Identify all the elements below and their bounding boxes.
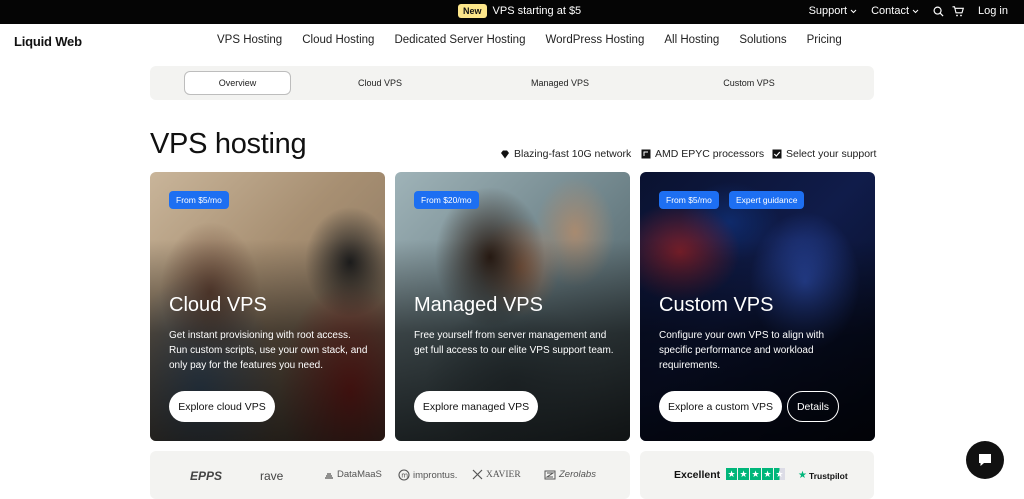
contact-menu[interactable]: Contact [871,5,919,17]
search-icon[interactable] [933,6,944,17]
svg-text:m: m [401,472,408,480]
support-label: Support [808,5,848,17]
trustpilot-star-icon: ★ [798,470,807,481]
cart-icon[interactable] [952,5,965,17]
chip-icon [641,149,651,159]
chevron-down-icon [850,9,857,13]
explore-custom-vps-button[interactable]: Explore a custom VPS [659,391,782,422]
details-button[interactable]: Details [787,391,839,422]
logo-zerolabs-label: Zerolabs [559,469,596,480]
rating-star-icon: ★ [774,468,785,480]
zerolabs-icon [544,470,556,479]
contact-label: Contact [871,5,910,17]
rating-star-icon: ★ [726,468,737,480]
xavier-icon [472,469,483,480]
rating-stars: ★ ★ ★ ★ ★ [726,468,785,480]
card-description: Free yourself from server management and… [414,330,614,356]
tab-managed-vps[interactable]: Managed VPS [510,71,610,95]
new-badge: New [458,4,487,18]
card-title: Cloud VPS [169,294,267,316]
card-cloud-vps[interactable]: From $5/mo Cloud VPS Get instant provisi… [150,172,385,441]
chevron-down-icon [912,9,919,13]
tab-custom-vps[interactable]: Custom VPS [699,71,799,95]
nav-cloud-hosting[interactable]: Cloud Hosting [302,34,374,46]
chat-button[interactable] [966,441,1004,479]
explore-cloud-vps-button[interactable]: Explore cloud VPS [169,391,275,422]
rating-label: Excellent [674,469,721,481]
promo-text[interactable]: VPS starting at $5 [493,5,582,17]
page-title: VPS hosting [150,128,307,160]
nav-wordpress-hosting[interactable]: WordPress Hosting [545,34,644,46]
logo-improntus-label: improntus. [413,469,458,481]
diamond-icon [501,150,509,158]
tab-cloud-vps[interactable]: Cloud VPS [330,71,430,95]
trustpilot-label: Trustpilot [808,470,848,481]
logo[interactable]: Liquid Web [14,34,82,49]
logo-xavier: XAVIER [472,469,521,480]
promo-banner[interactable]: New VPS starting at $5 [458,4,581,18]
logo-rave: rave [260,469,284,483]
nav-dedicated-server-hosting[interactable]: Dedicated Server Hosting [394,34,525,46]
rating-star-icon: ★ [750,468,761,480]
chat-bubble-icon [979,454,991,466]
price-badge: From $5/mo [659,191,719,209]
logo-xavier-label: XAVIER [486,469,521,480]
price-badge: From $20/mo [414,191,479,209]
logo-zerolabs: Zerolabs [544,469,596,480]
feature-processors: AMD EPYC processors [641,148,764,160]
login-link[interactable]: Log in [978,5,1008,17]
logo-epps: EPPS [190,469,223,483]
explore-managed-vps-button[interactable]: Explore managed VPS [414,391,538,422]
trustpilot-logo: ★ Trustpilot [798,470,848,481]
support-menu[interactable]: Support [809,5,858,17]
checkbox-icon [772,149,782,159]
nav-vps-hosting[interactable]: VPS Hosting [217,34,282,46]
feature-support: Select your support [772,148,876,160]
card-managed-vps[interactable]: From $20/mo Managed VPS Free yourself fr… [395,172,630,441]
card-description: Get instant provisioning with root acces… [169,330,368,371]
feature-processors-label: AMD EPYC processors [655,148,765,160]
logo-improntus: m improntus. [398,469,457,481]
feature-support-label: Select your support [786,148,877,160]
card-title: Managed VPS [414,294,543,316]
top-bar: New VPS starting at $5 Support Contact L… [0,0,1024,24]
card-custom-vps[interactable]: From $5/mo Expert guidance Custom VPS Co… [640,172,875,441]
logo-datamaas-label: DataMaaS [337,469,382,480]
nav-pricing[interactable]: Pricing [807,34,842,46]
improntus-icon: m [398,469,410,481]
feature-network-label: Blazing-fast 10G network [514,148,632,160]
datamaas-icon [325,472,333,479]
tab-overview[interactable]: Overview [184,71,291,95]
feature-network: Blazing-fast 10G network [500,148,631,160]
nav-solutions[interactable]: Solutions [739,34,786,46]
nav-all-hosting[interactable]: All Hosting [664,34,719,46]
trustpilot-widget[interactable]: Excellent ★ ★ ★ ★ ★ ★ Trustpilot [640,451,874,499]
rating-star-icon: ★ [738,468,749,480]
rating-star-icon: ★ [762,468,773,480]
expert-guidance-badge: Expert guidance [729,191,805,209]
vps-subtabs: Overview Cloud VPS Managed VPS Custom VP… [150,66,874,100]
price-badge: From $5/mo [169,191,229,209]
card-description: Configure your own VPS to align with spe… [659,330,825,371]
card-title: Custom VPS [659,294,774,316]
logo-datamaas: DataMaaS [324,469,382,480]
client-logos: EPPS rave DataMaaS m improntus. XAVIER Z… [150,451,630,499]
main-nav: Liquid Web VPS Hosting Cloud Hosting Ded… [0,24,1024,58]
